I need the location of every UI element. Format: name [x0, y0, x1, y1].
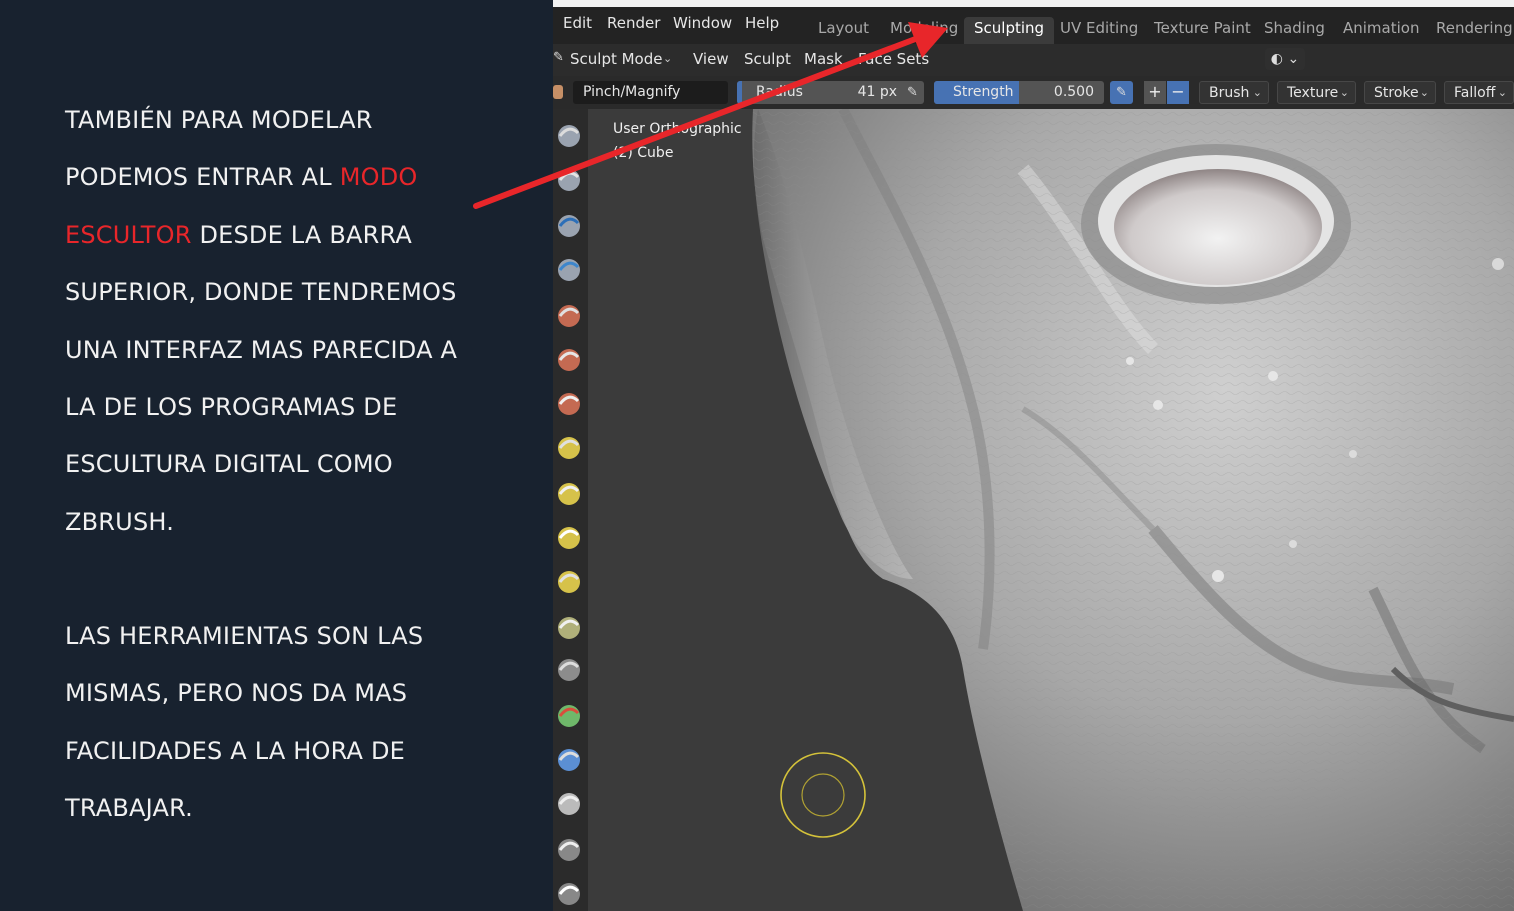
overlay-dropdown[interactable]: ◐ ⌄ — [1265, 48, 1305, 70]
text-line: MISMAS, PERO NOS DA MAS — [65, 679, 408, 708]
grab-icon[interactable] — [555, 789, 583, 817]
highlight-modo: MODO — [339, 163, 418, 192]
highlight-escultor: ESCULTOR — [65, 220, 192, 249]
multiplane-scrape-icon[interactable] — [555, 701, 583, 729]
brush-dropdown-label: Brush — [1209, 85, 1250, 101]
inflate-icon[interactable] — [555, 389, 583, 417]
text-line: LAS HERRAMIENTAS SON LAS — [65, 622, 424, 650]
blender-window: User Orthographic (2) Cube Edit Render W… — [553, 0, 1514, 911]
brush-selector[interactable]: Pinch/Magnify — [573, 81, 728, 104]
tab-texture-paint[interactable]: Texture Paint — [1154, 17, 1251, 44]
text-line: SUPERIOR, DONDE TENDREMOS — [65, 278, 457, 307]
text-line: ZBRUSH. — [65, 507, 175, 536]
text-line: ESCULTOR DESDE LA BARRA — [65, 207, 457, 264]
tab-layout[interactable]: Layout — [818, 17, 869, 44]
paragraph-intro: TAMBIÉN PARA MODELAR PODEMOS ENTRAR AL M… — [65, 92, 457, 551]
strength-value: 0.500 — [1053, 84, 1094, 100]
direction-subtract-button[interactable]: − — [1167, 81, 1189, 104]
stroke-dropdown[interactable]: Stroke ⌄ — [1364, 81, 1436, 104]
text-line: TRABAJAR. — [65, 794, 193, 823]
brush-cursor — [780, 752, 866, 838]
pinch-icon[interactable] — [555, 745, 583, 773]
layer-icon[interactable] — [555, 345, 583, 373]
falloff-dropdown-label: Falloff — [1454, 85, 1496, 101]
strength-slider[interactable]: Strength 0.500 — [934, 81, 1104, 104]
sculpt-mode-icon: ✎ — [553, 50, 564, 65]
chevron-down-icon: ⌄ — [1419, 86, 1429, 99]
top-menu-bar: Edit Render Window Help Layout Modeling … — [553, 0, 1514, 44]
tab-sculpting[interactable]: Sculpting — [964, 17, 1055, 44]
brush-dropdown[interactable]: Brush ⌄ — [1199, 81, 1269, 104]
chevron-down-icon: ⌄ — [1497, 86, 1507, 99]
radius-pressure-icon[interactable]: ✎ — [901, 81, 924, 104]
clay-strips-icon[interactable] — [555, 255, 583, 283]
brush-thumbnail-icon[interactable] — [553, 85, 563, 99]
menu-render[interactable]: Render — [607, 14, 660, 32]
tab-shading[interactable]: Shading — [1264, 17, 1325, 44]
menu-window[interactable]: Window — [673, 14, 732, 32]
sculpted-head-render — [752, 109, 1514, 911]
tab-rendering[interactable]: Rendering — [1436, 17, 1513, 44]
menu-sculpt[interactable]: Sculpt — [744, 50, 791, 68]
falloff-dropdown[interactable]: Falloff ⌄ — [1444, 81, 1514, 104]
texture-dropdown-label: Texture — [1287, 85, 1339, 101]
draw-sharp-icon[interactable] — [555, 165, 583, 193]
chevron-down-icon: ⌄ — [663, 52, 673, 65]
snake-hook-icon[interactable] — [555, 879, 583, 907]
flatten-icon[interactable] — [555, 567, 583, 595]
chevron-down-icon: ⌄ — [1339, 86, 1349, 99]
menu-mask[interactable]: Mask — [804, 50, 843, 68]
window-top-strip — [553, 0, 1514, 7]
radius-slider[interactable]: Radius 41 px — [737, 81, 907, 104]
text-line: PODEMOS ENTRAR AL MODO — [65, 149, 457, 206]
strength-label: Strength — [953, 84, 1014, 100]
tab-animation[interactable]: Animation — [1343, 17, 1419, 44]
text-line: UNA INTERFAZ MAS PARECIDA A — [65, 335, 458, 364]
menu-face-sets[interactable]: Face Sets — [858, 50, 929, 68]
direction-add-button[interactable]: + — [1144, 81, 1166, 104]
text-line: LA DE LOS PROGRAMAS DE — [65, 393, 398, 422]
text-line: TAMBIÉN PARA MODELAR — [65, 106, 373, 134]
view-name-label: User Orthographic — [613, 121, 742, 137]
draw-icon[interactable] — [555, 121, 583, 149]
menu-edit[interactable]: Edit — [563, 14, 592, 32]
viewport-header: ✎ Sculpt Mode ⌄ View Sculpt Mask Face Se… — [553, 44, 1514, 76]
fill-icon[interactable] — [555, 613, 583, 641]
smooth-icon[interactable] — [555, 523, 583, 551]
tab-uv-editing[interactable]: UV Editing — [1060, 17, 1138, 44]
scrape-icon[interactable] — [555, 655, 583, 683]
texture-dropdown[interactable]: Texture ⌄ — [1277, 81, 1356, 104]
text-segment: PODEMOS ENTRAR AL — [65, 163, 340, 192]
radius-fill — [737, 81, 742, 104]
tool-settings-bar: Pinch/Magnify Radius 41 px ✎ Strength 0.… — [553, 76, 1514, 109]
elastic-deform-icon[interactable] — [555, 835, 583, 863]
text-line: FACILIDADES A LA HORA DE — [65, 736, 406, 765]
crease-icon[interactable] — [555, 479, 583, 507]
stroke-dropdown-label: Stroke — [1374, 85, 1419, 101]
text-line: ESCULTURA DIGITAL COMO — [65, 450, 393, 479]
text-panel: TAMBIÉN PARA MODELAR PODEMOS ENTRAR AL M… — [0, 0, 553, 911]
clay-icon[interactable] — [555, 211, 583, 239]
clay-thumb-icon[interactable] — [555, 301, 583, 329]
3d-viewport[interactable]: User Orthographic (2) Cube — [553, 109, 1514, 911]
blob-icon[interactable] — [555, 433, 583, 461]
radius-label: Radius — [756, 84, 803, 100]
object-name-label: (2) Cube — [613, 145, 674, 161]
radius-value: 41 px — [857, 84, 897, 100]
paragraph-tools: LAS HERRAMIENTAS SON LAS MISMAS, PERO NO… — [65, 608, 423, 838]
text-segment: DESDE LA BARRA — [191, 220, 413, 249]
menu-view[interactable]: View — [693, 50, 729, 68]
sculpt-toolbar — [553, 109, 588, 911]
strength-pressure-icon[interactable]: ✎ — [1110, 81, 1133, 104]
chevron-down-icon: ⌄ — [1252, 86, 1262, 99]
menu-help[interactable]: Help — [745, 14, 779, 32]
tab-modeling[interactable]: Modeling — [890, 17, 958, 44]
mode-dropdown[interactable]: Sculpt Mode — [570, 50, 662, 68]
